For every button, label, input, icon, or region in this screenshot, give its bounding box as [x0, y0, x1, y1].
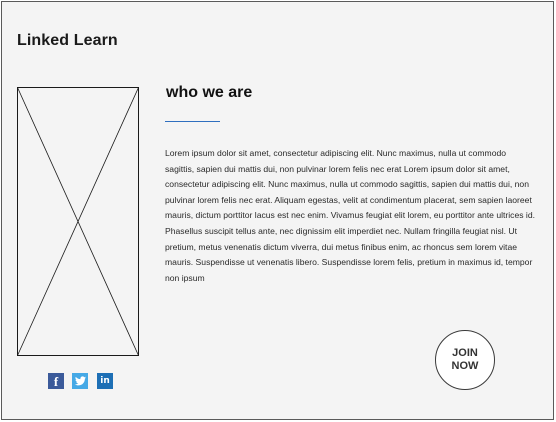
linkedin-icon: in — [97, 373, 113, 389]
join-now-label: JOIN NOW — [451, 347, 479, 372]
image-placeholder — [17, 87, 139, 356]
linkedin-link[interactable]: in — [97, 373, 113, 389]
site-title: Linked Learn — [17, 32, 118, 49]
heading-divider — [165, 121, 220, 122]
section-heading: who we are — [166, 84, 253, 101]
join-now-button[interactable]: JOIN NOW — [435, 330, 495, 390]
facebook-link[interactable]: f — [48, 373, 64, 389]
twitter-icon — [72, 373, 88, 389]
page-frame: Linked Learn f in who we are Lorem ipsum… — [1, 1, 554, 420]
twitter-link[interactable] — [72, 373, 88, 389]
facebook-icon: f — [48, 373, 64, 389]
body-paragraph: Lorem ipsum dolor sit amet, consectetur … — [165, 148, 536, 283]
